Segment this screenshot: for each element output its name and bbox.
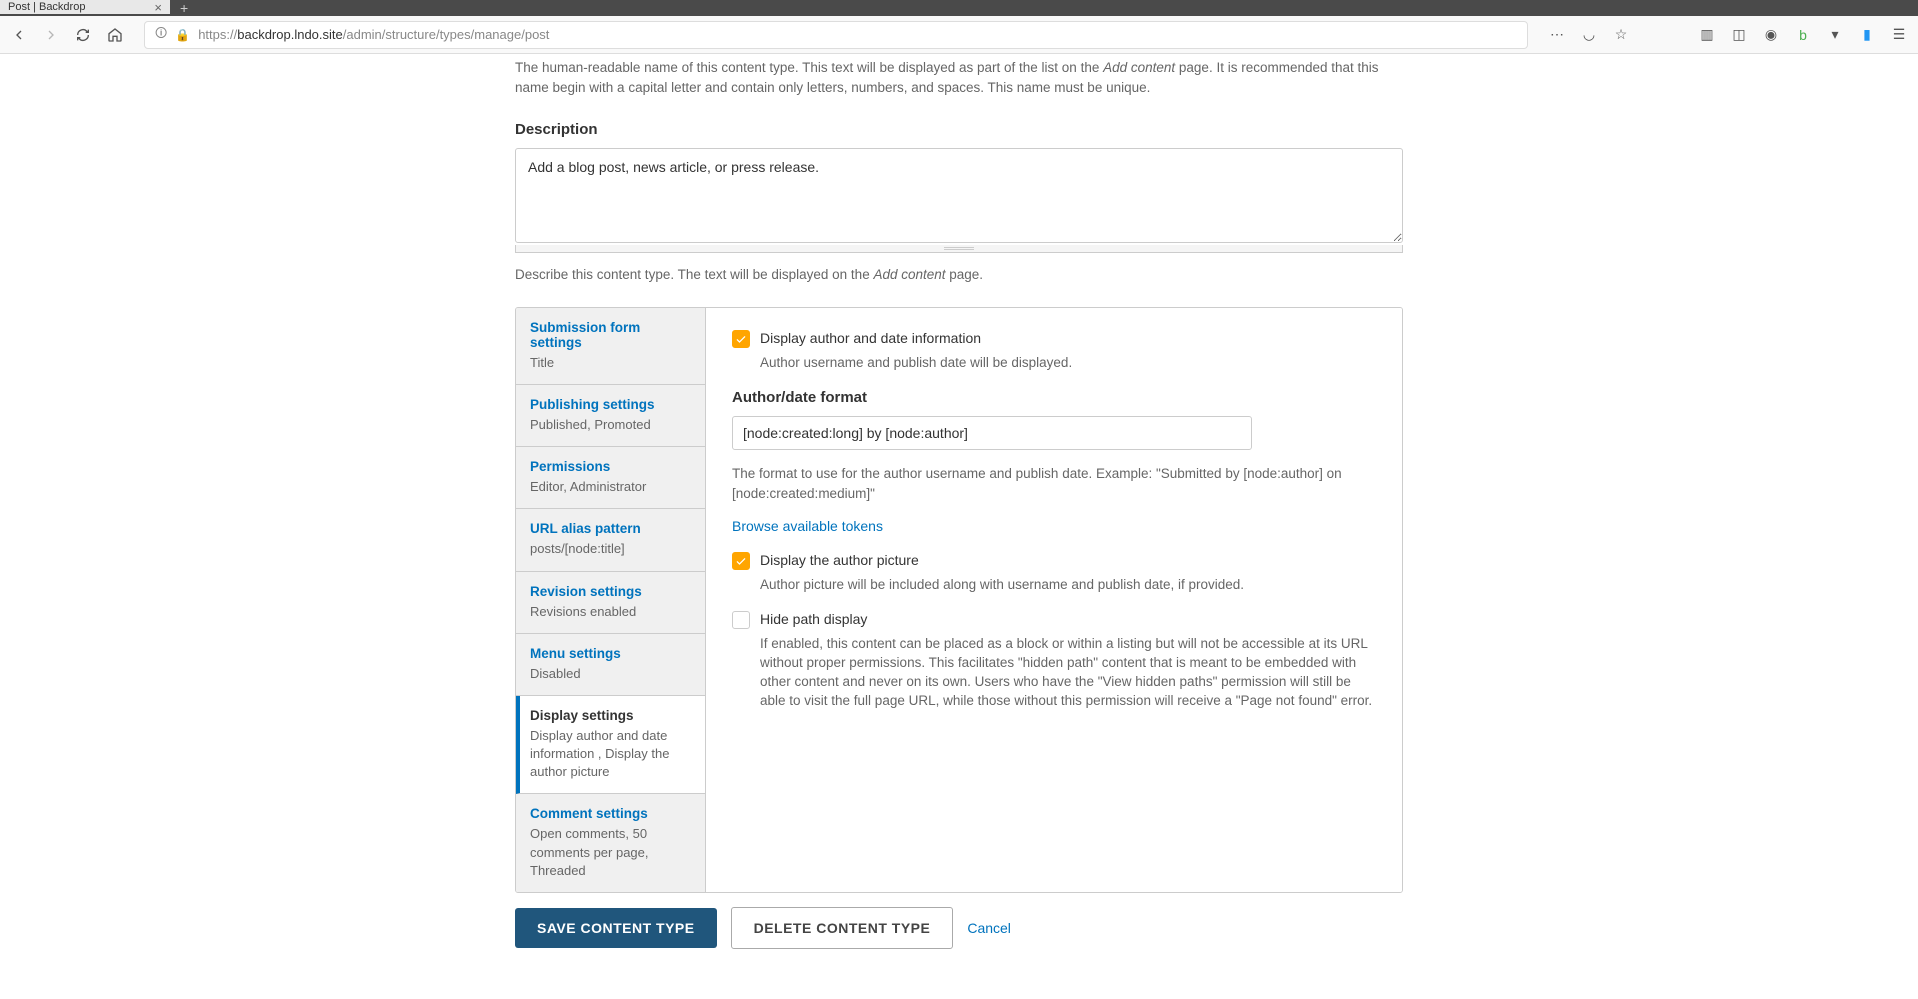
display-author-date-help: Author username and publish date will be… [760,354,1376,373]
tab-display[interactable]: Display settings Display author and date… [516,696,705,795]
display-author-date-label: Display author and date information [760,330,981,346]
description-textarea[interactable] [515,148,1403,243]
forward-button[interactable] [42,26,60,44]
new-tab-button[interactable]: + [180,0,188,16]
browser-tab[interactable]: Post | Backdrop × [0,0,170,14]
extension-icon-3[interactable]: ▮ [1858,26,1876,44]
menu-icon[interactable]: ☰ [1890,26,1908,44]
check-icon [735,333,747,345]
sidebar-icon[interactable]: ◫ [1730,26,1748,44]
reload-button[interactable] [74,26,92,44]
resize-handle[interactable] [515,245,1403,253]
display-author-pic-row: Display the author picture [732,552,1376,570]
vertical-tabs: Submission form settings Title Publishin… [516,308,706,892]
tab-publishing[interactable]: Publishing settings Published, Promoted [516,385,705,447]
format-help: The format to use for the author usernam… [732,460,1376,509]
security-icon: 🛈 [155,24,167,45]
tab-revision[interactable]: Revision settings Revisions enabled [516,572,705,634]
delete-button[interactable]: Delete content type [731,907,954,949]
url-bar[interactable]: 🛈 🔒 https://backdrop.lndo.site/admin/str… [144,21,1528,49]
bookmark-icon[interactable]: ☆ [1612,26,1630,44]
url-prefix: https:// [198,27,237,42]
format-input[interactable] [732,416,1252,450]
home-button[interactable] [106,26,124,44]
tab-menu[interactable]: Menu settings Disabled [516,634,705,696]
tab-submission-form[interactable]: Submission form settings Title [516,308,705,385]
display-author-pic-checkbox[interactable] [732,552,750,570]
tab-comment[interactable]: Comment settings Open comments, 50 comme… [516,794,705,892]
save-button[interactable]: Save content type [515,908,717,948]
display-settings-panel: Display author and date information Auth… [706,308,1402,892]
extension-icon[interactable]: b [1794,26,1812,44]
description-label: Description [515,121,1403,138]
more-icon[interactable]: ⋯ [1548,26,1566,44]
browser-toolbar: 🛈 🔒 https://backdrop.lndo.site/admin/str… [0,16,1918,54]
url-path: /admin/structure/types/manage/post [343,27,550,42]
lock-icon: 🔒 [175,28,190,42]
toolbar-right: ⋯ ◡ ☆ ▥ ◫ ◉ b ▾ ▮ ☰ [1548,26,1908,44]
browser-tab-bar: Post | Backdrop × + [0,0,1918,16]
account-icon[interactable]: ◉ [1762,26,1780,44]
cancel-link[interactable]: Cancel [967,920,1011,936]
display-author-pic-label: Display the author picture [760,552,919,568]
hide-path-label: Hide path display [760,611,867,627]
settings-panel: Submission form settings Title Publishin… [515,307,1403,893]
library-icon[interactable]: ▥ [1698,26,1716,44]
display-author-pic-help: Author picture will be included along wi… [760,576,1376,595]
hide-path-row: Hide path display [732,611,1376,629]
format-label: Author/date format [732,389,1376,406]
pocket-icon[interactable]: ◡ [1580,26,1598,44]
display-author-date-checkbox[interactable] [732,330,750,348]
close-icon[interactable]: × [154,0,162,15]
check-icon [735,555,747,567]
display-author-date-row: Display author and date information [732,330,1376,348]
url-domain: backdrop.lndo.site [237,27,343,42]
browse-tokens-link[interactable]: Browse available tokens [732,518,883,534]
tab-url-alias[interactable]: URL alias pattern posts/[node:title] [516,509,705,571]
nav-buttons [10,26,124,44]
main-content: The human-readable name of this content … [503,54,1415,989]
hide-path-help: If enabled, this content can be placed a… [760,635,1376,711]
extension-icon-2[interactable]: ▾ [1826,26,1844,44]
name-help-text: The human-readable name of this content … [515,54,1403,103]
tab-permissions[interactable]: Permissions Editor, Administrator [516,447,705,509]
back-button[interactable] [10,26,28,44]
tab-title: Post | Backdrop [8,1,85,13]
form-actions: Save content type Delete content type Ca… [515,907,1403,949]
hide-path-checkbox[interactable] [732,611,750,629]
description-help: Describe this content type. The text wil… [515,261,1403,289]
